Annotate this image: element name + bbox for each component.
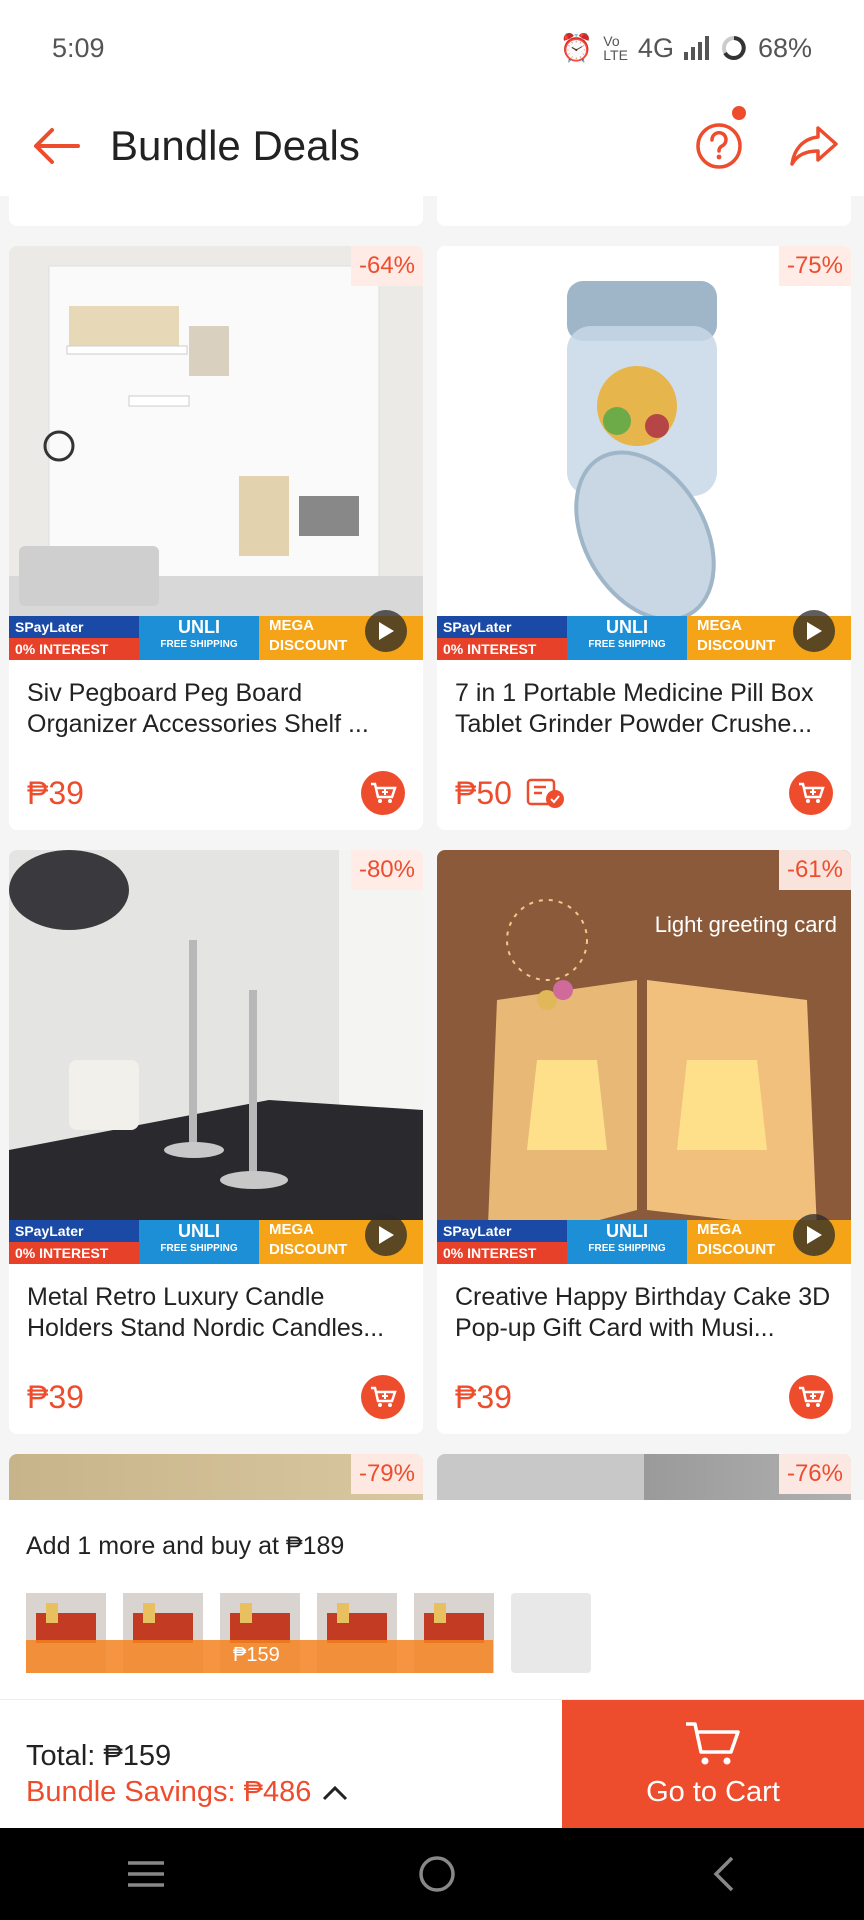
promo-banner: SPayLater 0% INTEREST UNLI FREE SHIPPING M… [9,1220,423,1264]
system-nav-bar [0,1828,864,1920]
battery-level: 68% [757,32,812,63]
cart-icon [686,1721,740,1764]
menu-icon[interactable] [126,1859,166,1889]
pill-box-image [437,246,851,660]
play-video-button[interactable] [365,610,407,652]
product-grid[interactable]: -64% SPayLater 0% INTEREST UNLI FREE SHIPP… [0,196,864,1500]
add-to-cart-button[interactable] [789,1375,833,1419]
notification-dot [732,106,746,120]
promo-banner: SPayLater 0% INTEREST UNLI FREE SHIPPING M… [437,1220,851,1264]
promo-banner: SPayLater 0% INTEREST UNLI FREE SHIPPING M… [9,616,423,660]
add-to-cart-button[interactable] [361,771,405,815]
page-title: Bundle Deals [110,122,360,169]
candle-holder-image [9,850,423,1264]
discount-badge: -75% [778,246,851,286]
help-icon [696,123,742,169]
volte-icon: Vo LTE [603,33,628,63]
product-image: -64% SPayLater 0% INTEREST UNLI FREE SHIPP… [9,246,423,660]
chevron-up-icon [323,1785,348,1800]
app-bar: Bundle Deals [0,96,864,196]
product-price: ₱39 [455,1378,512,1415]
home-icon[interactable] [417,1854,457,1894]
back-button[interactable] [0,96,110,196]
arrow-left-icon [34,128,80,164]
product-card-partial[interactable] [437,196,851,226]
play-icon [379,622,394,640]
bundle-progress-panel: Add 1 more and buy at ₱189 ₱159 [0,1500,864,1700]
product-name: Siv Pegboard Peg Board Organizer Accesso… [27,679,369,738]
cart-add-icon [799,782,825,803]
checkout-footer: Total: ₱159 Bundle Savings: ₱486 Go to C… [0,1700,864,1828]
back-nav-icon[interactable] [708,1854,738,1894]
product-card[interactable]: -64% SPayLater 0% INTEREST UNLI FREE SHIPP… [9,246,423,830]
bundle-price-bar: ₱159 [26,1640,493,1673]
product-price: ₱39 [27,1378,84,1415]
product-price: ₱50 [455,775,566,812]
cart-add-icon [371,782,397,803]
status-icons: ⏰ Vo LTE 4G 68% [560,32,812,64]
product-card[interactable]: -79% [9,1454,423,1500]
product-price: ₱39 [27,774,84,811]
product-image: Light greeting card -61% SPayLater 0% INT… [437,850,851,1264]
status-bar: 5:09 ⏰ Vo LTE 4G 68% [0,0,864,96]
go-to-cart-label: Go to Cart [646,1775,780,1808]
product-image: -75% SPayLater 0% INTEREST UNLI FREE SHIPP… [437,246,851,660]
image-caption: Light greeting card [654,912,837,937]
help-button[interactable] [674,96,764,196]
discount-badge: -79% [350,1454,423,1494]
add-to-cart-button[interactable] [361,1375,405,1419]
product-card[interactable]: Light greeting card -61% SPayLater 0% INT… [437,850,851,1434]
alarm-icon: ⏰ [559,33,594,63]
promo-banner: SPayLater 0% INTEREST UNLI FREE SHIPPING M… [437,616,851,660]
cart-add-icon [371,1386,397,1407]
add-to-cart-button[interactable] [789,771,833,815]
product-name: Metal Retro Luxury Candle Holders Stand … [27,1283,385,1342]
voucher-icon [526,778,564,808]
play-video-button[interactable] [793,1214,835,1256]
go-to-cart-button[interactable]: Go to Cart [562,1700,864,1828]
network-type: 4G [637,32,674,63]
bundle-savings-toggle[interactable]: Bundle Savings: ₱486 [26,1776,349,1809]
play-video-button[interactable] [793,610,835,652]
discount-badge: -61% [778,850,851,890]
bundle-savings: Bundle Savings: ₱486 [26,1776,312,1808]
play-video-button[interactable] [365,1214,407,1256]
share-button[interactable] [764,96,864,196]
play-icon [379,1226,394,1244]
discount-badge: -76% [778,1454,851,1494]
cart-add-icon [799,1386,825,1407]
signal-icon [683,36,709,60]
bundle-message: Add 1 more and buy at ₱189 [26,1532,345,1560]
pegboard-image [9,246,423,660]
discount-badge: -64% [350,246,423,286]
bundle-current-price: ₱159 [233,1644,280,1666]
play-icon [807,1226,822,1244]
status-time: 5:09 [52,32,105,63]
play-icon [807,622,822,640]
battery-ring-icon [721,36,746,60]
product-name: 7 in 1 Portable Medicine Pill Box Tablet… [455,679,814,738]
product-card[interactable]: -76% [437,1454,851,1500]
product-image: -80% SPayLater 0% INTEREST UNLI FREE SHIPP… [9,850,423,1264]
total-price: Total: ₱159 [26,1740,172,1772]
product-card[interactable]: -75% SPayLater 0% INTEREST UNLI FREE SHIPP… [437,246,851,830]
bundle-empty-slot [511,1593,591,1673]
product-card[interactable]: -80% SPayLater 0% INTEREST UNLI FREE SHIPP… [9,850,423,1434]
share-icon [790,126,838,166]
discount-badge: -80% [350,850,423,890]
product-card-partial[interactable] [9,196,423,226]
product-name: Creative Happy Birthday Cake 3D Pop-up G… [455,1283,831,1342]
